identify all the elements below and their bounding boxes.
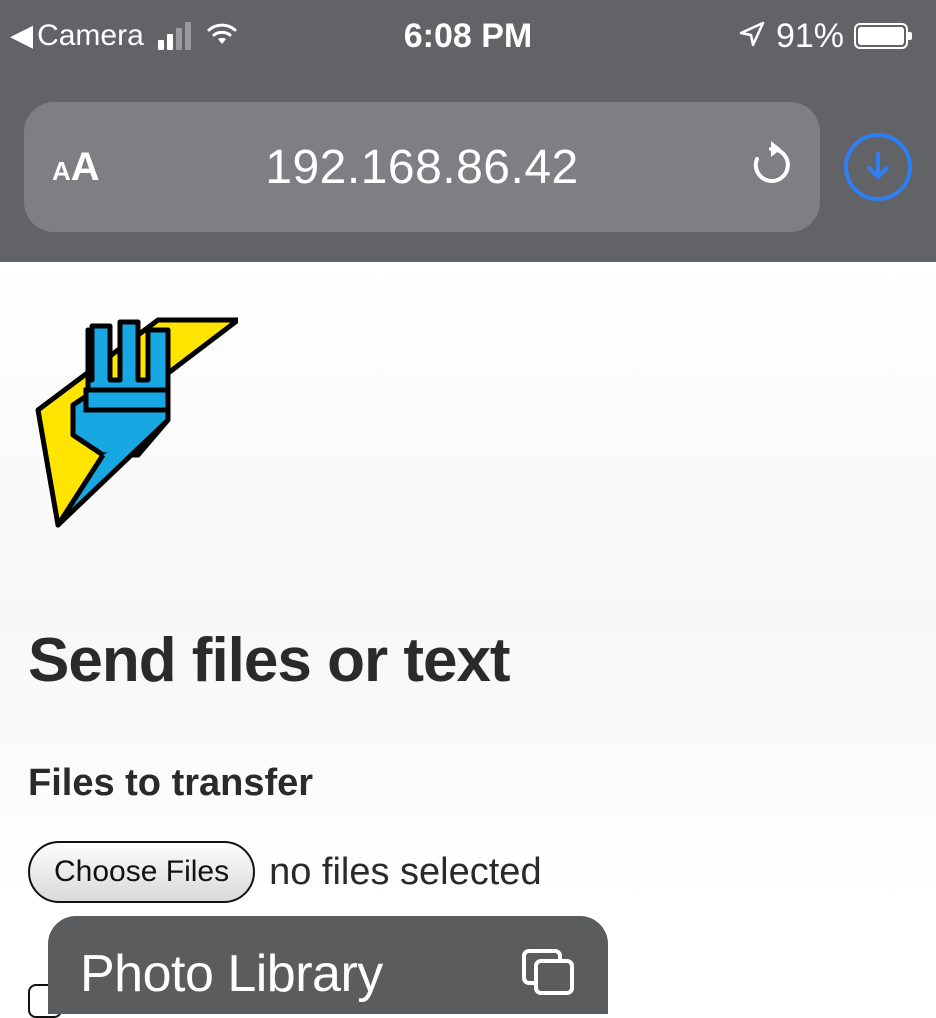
page-heading: Send files or text [28,625,908,696]
downloads-button[interactable] [844,133,912,201]
browser-toolbar: AA 192.168.86.42 [0,72,936,262]
cellular-signal-icon [158,22,191,50]
back-to-app[interactable]: ◀ Camera [10,19,144,53]
download-arrow-icon [861,150,895,184]
wifi-icon [205,21,239,52]
back-caret-icon: ◀ [10,21,33,51]
app-logo [28,300,908,535]
file-picker-sheet: Photo Library [48,916,608,1014]
address-bar[interactable]: AA 192.168.86.42 [24,102,820,232]
photo-library-label: Photo Library [80,944,383,1004]
status-bar: ◀ Camera 6:08 PM 91% [0,0,936,72]
battery-icon [854,23,908,49]
photo-stack-icon [520,947,576,1002]
url-text: 192.168.86.42 [265,140,578,195]
text-size-button[interactable]: AA [52,145,100,190]
clock: 6:08 PM [404,17,533,56]
reload-button[interactable] [750,141,792,194]
files-section-label: Files to transfer [28,762,908,805]
sheet-option-photo-library[interactable]: Photo Library [80,944,576,1004]
page-content: Send files or text Files to transfer Cho… [0,262,936,903]
location-icon [738,20,766,53]
choose-files-button[interactable]: Choose Files [28,841,255,903]
file-selection-status: no files selected [269,851,542,894]
back-app-label: Camera [37,19,144,53]
battery-percentage: 91% [776,17,844,56]
